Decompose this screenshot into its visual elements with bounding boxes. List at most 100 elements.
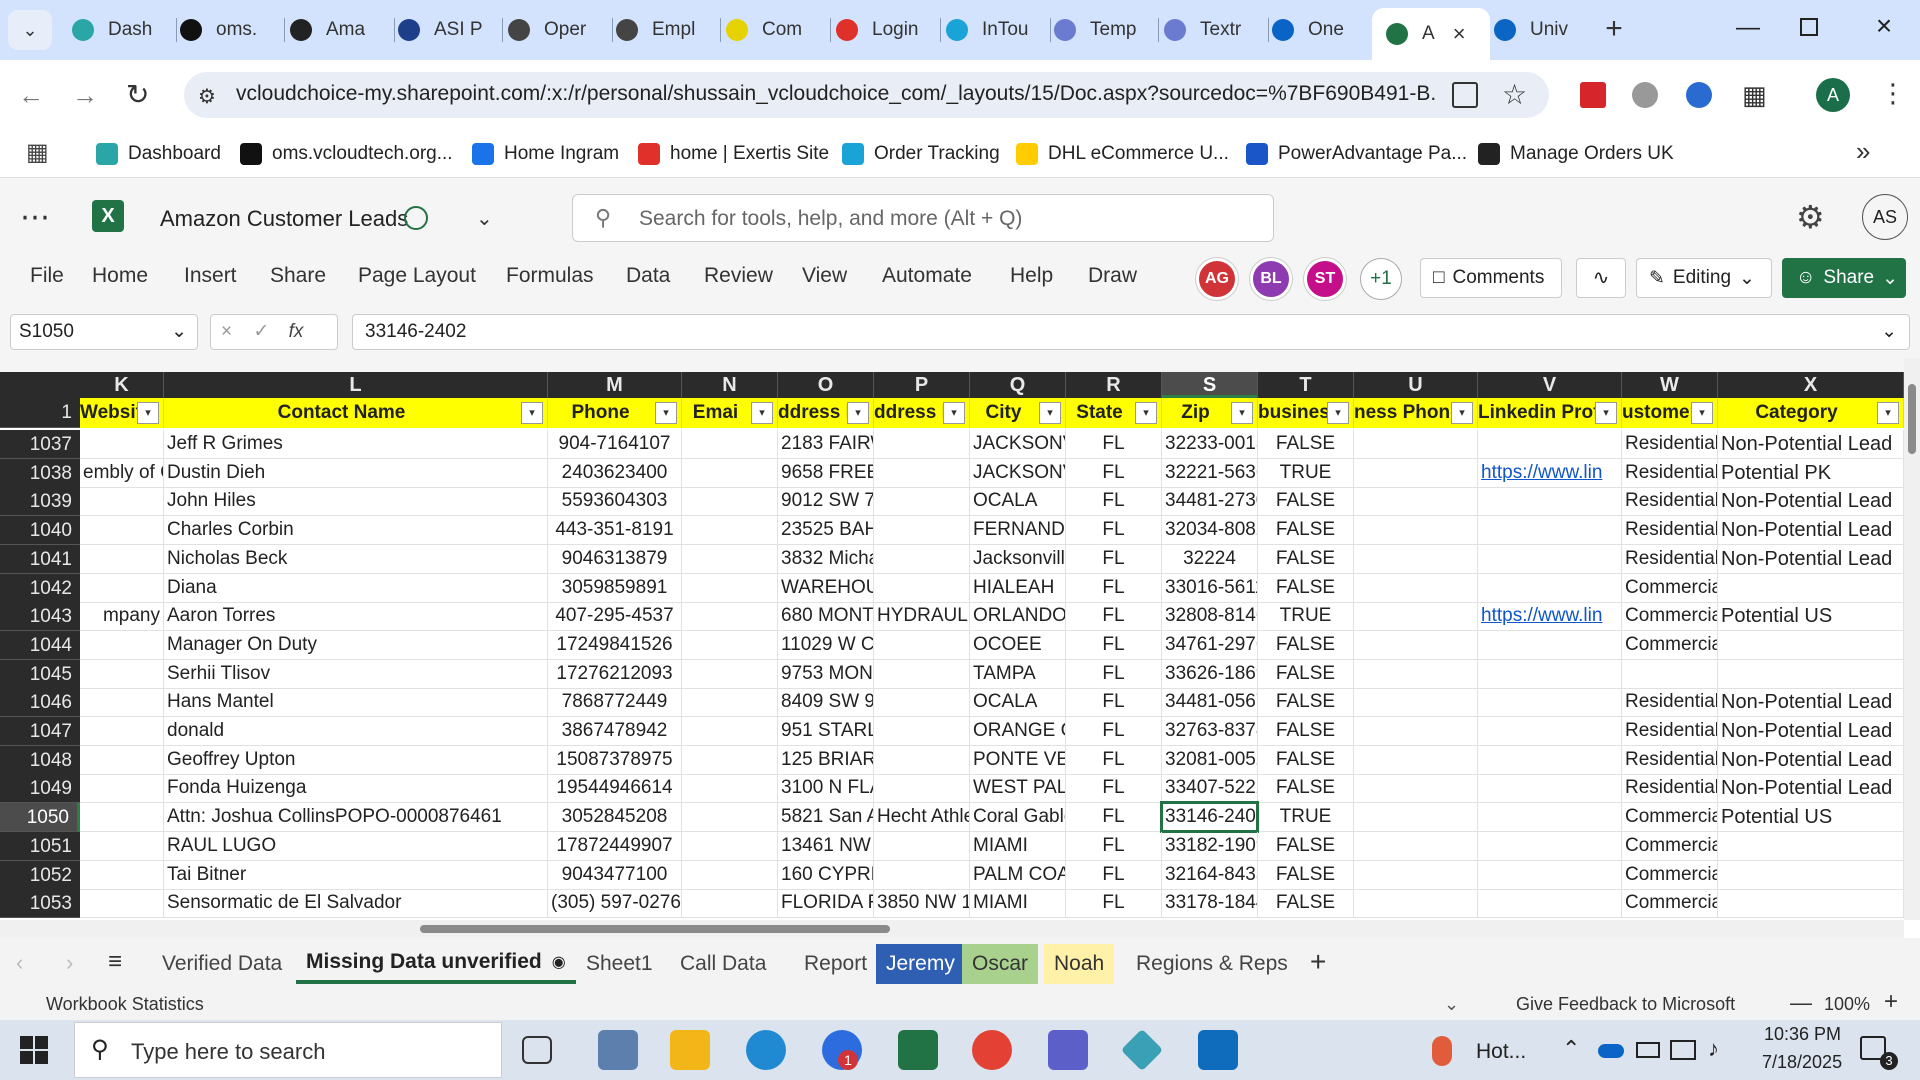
menu-data[interactable]: Data: [626, 264, 670, 288]
cell-t[interactable]: FALSE: [1258, 688, 1354, 717]
cell-q[interactable]: OCALA: [970, 487, 1066, 516]
cell-r[interactable]: FL: [1066, 574, 1162, 603]
row-header[interactable]: 1039: [0, 487, 80, 516]
confirm-formula-icon[interactable]: ✓: [253, 321, 269, 342]
row-header[interactable]: 1044: [0, 631, 80, 660]
cell-m[interactable]: 7868772449: [548, 688, 682, 717]
cell-t[interactable]: FALSE: [1258, 889, 1354, 918]
cell-o[interactable]: 9012 SW 75TH LOOP: [778, 487, 874, 516]
cell-s[interactable]: 33016-5611: [1162, 574, 1258, 603]
cell-p[interactable]: [874, 717, 970, 746]
cell-p[interactable]: [874, 545, 970, 574]
url-text[interactable]: vcloudchoice-my.sharepoint.com/:x:/r/per…: [236, 82, 1436, 106]
row-header[interactable]: 1050: [0, 803, 80, 832]
cell-n[interactable]: [682, 861, 778, 890]
cell-w[interactable]: Residential: [1622, 746, 1718, 775]
close-tab-icon[interactable]: ×: [1453, 21, 1466, 47]
horizontal-scrollbar[interactable]: [0, 920, 1904, 938]
cell-k[interactable]: [80, 861, 164, 890]
row-header[interactable]: 1045: [0, 660, 80, 689]
column-header[interactable]: W: [1622, 372, 1718, 398]
menu-formulas[interactable]: Formulas: [506, 264, 594, 288]
bookmark-item[interactable]: oms.vcloudtech.org...: [240, 138, 453, 170]
column-header[interactable]: O: [778, 372, 874, 398]
filter-dropdown-icon[interactable]: ▾: [1231, 402, 1253, 424]
cell-r[interactable]: FL: [1066, 516, 1162, 545]
cell-w[interactable]: [1622, 660, 1718, 689]
cell-k[interactable]: [80, 545, 164, 574]
row-header[interactable]: 1: [0, 398, 80, 428]
add-sheet-button[interactable]: +: [1310, 946, 1326, 978]
cell-n[interactable]: [682, 688, 778, 717]
cell-m[interactable]: 2403623400: [548, 459, 682, 488]
cell-p[interactable]: [874, 832, 970, 861]
next-sheet-icon[interactable]: ›: [66, 950, 73, 976]
cell-n[interactable]: [682, 487, 778, 516]
column-header[interactable]: Q: [970, 372, 1066, 398]
expand-formula-icon[interactable]: ⌄: [1881, 315, 1897, 349]
cell-t[interactable]: FALSE: [1258, 832, 1354, 861]
filter-dropdown-icon[interactable]: ▾: [943, 402, 965, 424]
cell-p[interactable]: [874, 774, 970, 803]
filter-dropdown-icon[interactable]: ▾: [1691, 402, 1713, 424]
menu-review[interactable]: Review: [704, 264, 773, 288]
status-chevron-icon[interactable]: ⌄: [1444, 994, 1459, 1015]
cell-l[interactable]: Dustin Dieh: [164, 459, 548, 488]
cell-u[interactable]: [1354, 746, 1478, 775]
filter-dropdown-icon[interactable]: ▾: [1595, 402, 1617, 424]
cell-w[interactable]: Residential: [1622, 516, 1718, 545]
cell-v[interactable]: [1478, 487, 1622, 516]
sheet-tab[interactable]: Jeremy: [876, 944, 965, 984]
filter-dropdown-icon[interactable]: ▾: [521, 402, 543, 424]
cell-w[interactable]: Commercial: [1622, 889, 1718, 918]
cell-x[interactable]: Non-Potential Lead: [1718, 487, 1904, 516]
row-header[interactable]: 1038: [0, 459, 80, 488]
filter-dropdown-icon[interactable]: ▾: [137, 402, 159, 424]
cell-u[interactable]: [1354, 631, 1478, 660]
sheet-tab[interactable]: Sheet1: [576, 944, 663, 984]
cell-s[interactable]: 34481-0567: [1162, 688, 1258, 717]
cell-v[interactable]: [1478, 545, 1622, 574]
cell-w[interactable]: Commercial: [1622, 832, 1718, 861]
collaborator-avatar[interactable]: BL: [1250, 258, 1292, 300]
cell-o[interactable]: 8409 SW 93RD CIR: [778, 688, 874, 717]
cell-l[interactable]: Jeff R Grimes: [164, 430, 548, 459]
onedrive-icon[interactable]: [1598, 1044, 1624, 1058]
horizontal-scroll-thumb[interactable]: [420, 925, 890, 933]
cell-w[interactable]: Commercial: [1622, 631, 1718, 660]
globe-extension-icon[interactable]: [1632, 82, 1658, 108]
title-dropdown-icon[interactable]: ⌄: [476, 206, 493, 231]
menu-file[interactable]: File: [30, 264, 64, 288]
calculator-icon[interactable]: [598, 1030, 638, 1070]
cell-x[interactable]: Potential PK: [1718, 459, 1904, 488]
row-header[interactable]: 1047: [0, 717, 80, 746]
row-header[interactable]: 1053: [0, 889, 80, 918]
cell-q[interactable]: OCALA: [970, 688, 1066, 717]
browser-tab[interactable]: Com: [726, 8, 826, 52]
cell-r[interactable]: FL: [1066, 717, 1162, 746]
cell-o[interactable]: 5821 San A: [778, 803, 874, 832]
cell-s[interactable]: 33146-2402: [1162, 803, 1258, 832]
forward-button[interactable]: →: [72, 80, 98, 111]
cell-x[interactable]: [1718, 660, 1904, 689]
cell-v[interactable]: [1478, 861, 1622, 890]
browser-tab[interactable]: oms.: [180, 8, 280, 52]
cell-q[interactable]: JACKSONV: [970, 430, 1066, 459]
cell-q[interactable]: WEST PAL: [970, 774, 1066, 803]
menu-page-layout[interactable]: Page Layout: [358, 264, 476, 288]
cell-w[interactable]: Commercia: [1622, 803, 1718, 832]
cell-k[interactable]: [80, 688, 164, 717]
cell-p[interactable]: [874, 631, 970, 660]
cell-q[interactable]: ORANGE C: [970, 717, 1066, 746]
cell-r[interactable]: FL: [1066, 746, 1162, 775]
cell-r[interactable]: FL: [1066, 430, 1162, 459]
cell-q[interactable]: FERNANDI: [970, 516, 1066, 545]
cell-w[interactable]: Residential: [1622, 487, 1718, 516]
cell-o[interactable]: 680 MONT: [778, 602, 874, 631]
browser-menu-icon[interactable]: ⋮: [1880, 78, 1906, 109]
cell-t[interactable]: FALSE: [1258, 717, 1354, 746]
new-tab-button[interactable]: +: [1598, 14, 1630, 46]
cell-n[interactable]: [682, 774, 778, 803]
cell-w[interactable]: Commercial: [1622, 574, 1718, 603]
cell-s[interactable]: 32164-8435: [1162, 861, 1258, 890]
